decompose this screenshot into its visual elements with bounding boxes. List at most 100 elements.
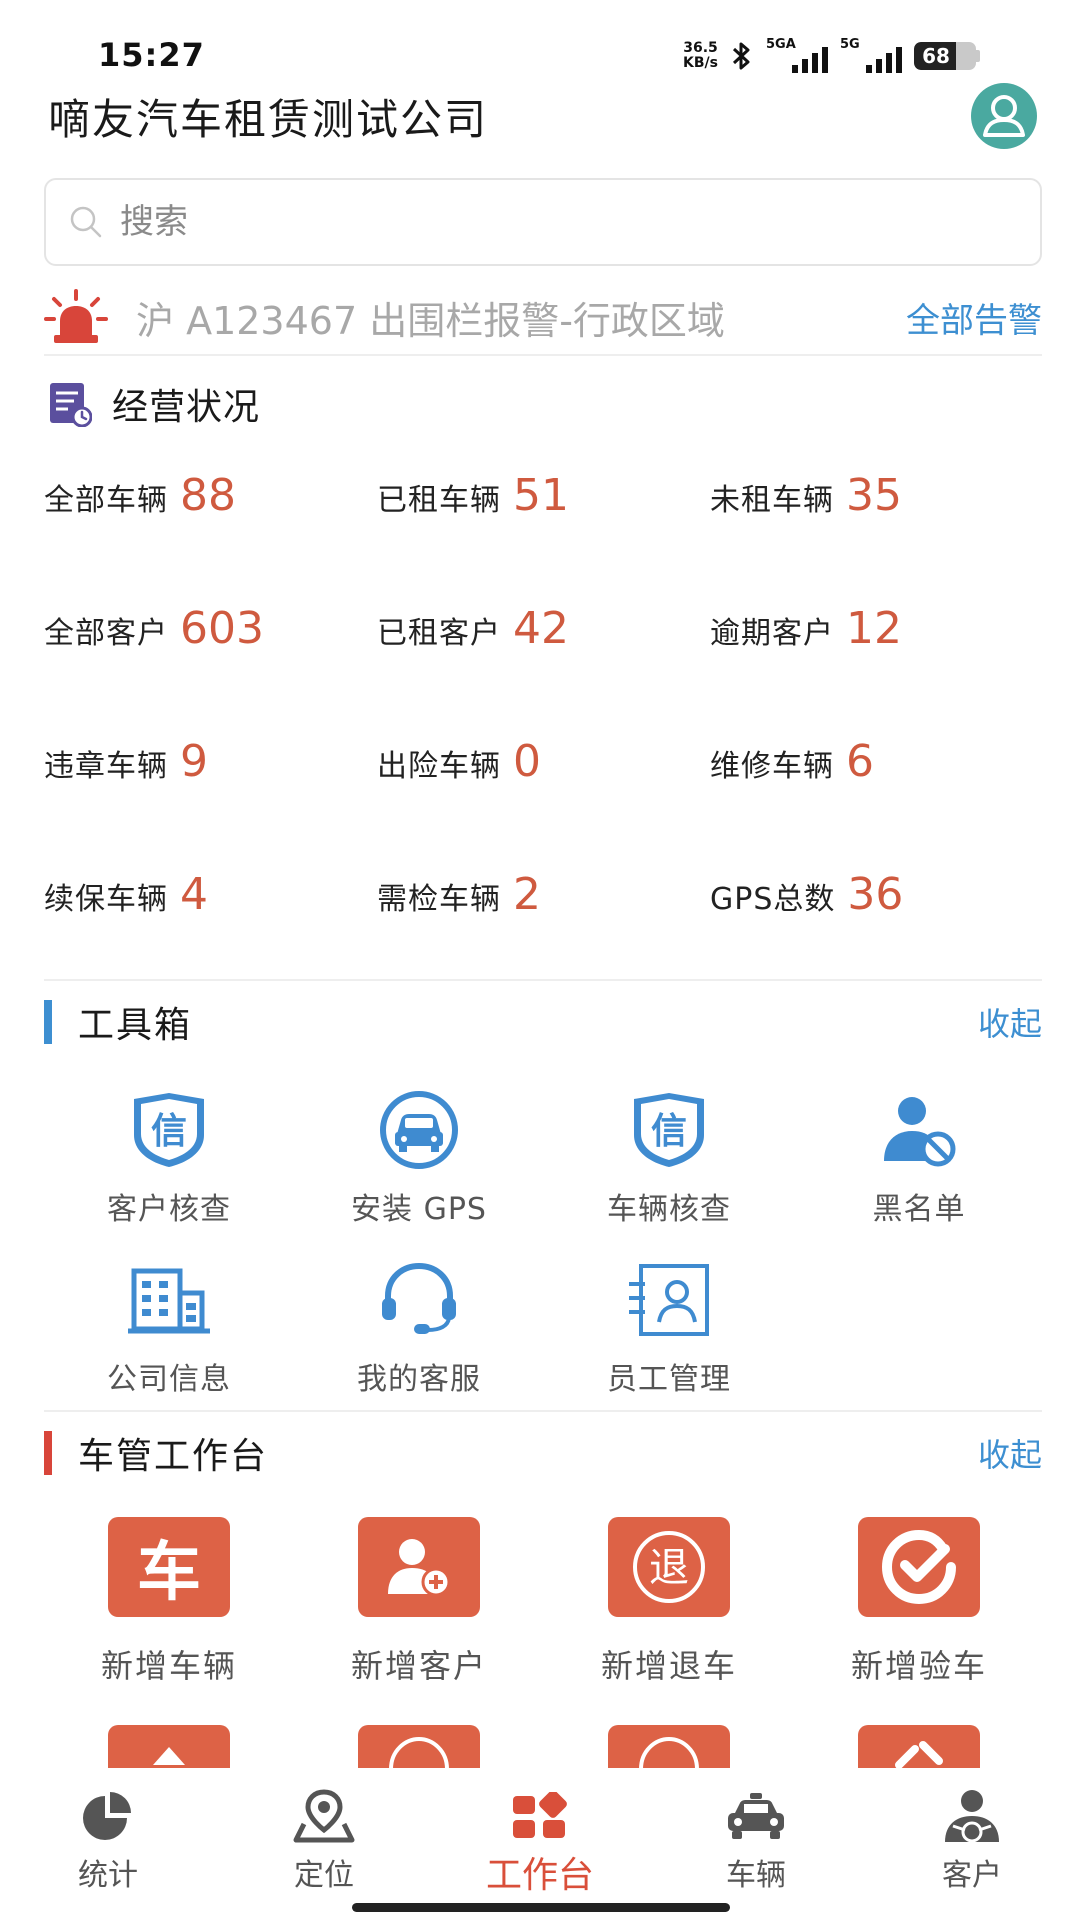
report-clock-icon	[50, 383, 92, 427]
return-glyph: 退	[649, 1545, 689, 1591]
user-icon	[983, 95, 1025, 137]
car-glyph: 车	[137, 1536, 201, 1610]
nav-label: 定位	[294, 1858, 354, 1893]
battery-indicator: 68	[914, 42, 980, 70]
stat-value: 42	[513, 603, 569, 654]
business-status-header: 经营状况	[48, 378, 260, 430]
nav-workbench[interactable]: 工作台	[432, 1768, 648, 1920]
nav-location[interactable]: 定位	[216, 1768, 432, 1920]
stat-total-vehicles[interactable]: 全部车辆 88	[44, 470, 377, 521]
tool-label: 公司信息	[107, 1362, 231, 1397]
car-mgmt-grid: 车 新增车辆 新增客户 退 新增退车 新增验车	[44, 1517, 1044, 1687]
partial-icon	[108, 1725, 230, 1769]
stats-row: 全部车辆 88 已租车辆 51 未租车辆 35	[44, 470, 1044, 603]
stat-label: 已租客户	[377, 616, 501, 651]
car-mgmt-item-partial[interactable]	[794, 1725, 1044, 1769]
section-accent-bar	[44, 1000, 52, 1044]
nav-vehicles[interactable]: 车辆	[648, 1768, 864, 1920]
stat-label: 全部车辆	[44, 483, 168, 518]
status-bar: 15:27 36.5 KB/s 5GA 5G 68	[0, 0, 1080, 86]
shield-xin-icon: 信	[624, 1090, 714, 1170]
status-time: 15:27	[98, 36, 205, 74]
shield-glyph: 信	[651, 1111, 687, 1152]
stat-accident-vehicles[interactable]: 出险车辆 0	[377, 736, 710, 787]
user-add-icon	[358, 1517, 480, 1617]
search-bar[interactable]	[44, 178, 1042, 266]
tool-company-info[interactable]: 公司信息	[44, 1260, 294, 1430]
divider	[44, 979, 1042, 981]
stat-label: 需检车辆	[377, 882, 501, 917]
stat-violation-vehicles[interactable]: 违章车辆 9	[44, 736, 377, 787]
add-return-button[interactable]: 退 新增退车	[544, 1517, 794, 1687]
stat-gps-total[interactable]: GPS总数 36	[710, 869, 1043, 920]
stat-total-customers[interactable]: 全部客户 603	[44, 603, 377, 654]
tool-staff-management[interactable]: 员工管理	[544, 1260, 794, 1430]
nav-label: 统计	[78, 1858, 138, 1893]
shield-glyph: 信	[151, 1111, 187, 1152]
stat-label: 违章车辆	[44, 749, 168, 784]
car-char-icon: 车	[108, 1517, 230, 1617]
stats-row: 全部客户 603 已租客户 42 逾期客户 12	[44, 603, 1044, 736]
signal-5ga: 5GA	[766, 37, 828, 73]
all-alarms-link[interactable]: 全部告警	[906, 293, 1042, 342]
nav-label: 车辆	[726, 1858, 786, 1893]
add-vehicle-button[interactable]: 车 新增车辆	[44, 1517, 294, 1687]
alarm-banner[interactable]: 沪 A123467 出围栏报警-行政区域 全部告警	[44, 280, 1042, 356]
divider	[44, 1410, 1042, 1412]
add-customer-button[interactable]: 新增客户	[294, 1517, 544, 1687]
car-mgmt-label: 新增验车	[850, 1647, 987, 1685]
return-circle-icon: 退	[608, 1517, 730, 1617]
stat-unrented-vehicles[interactable]: 未租车辆 35	[710, 470, 1043, 521]
tool-customer-service[interactable]: 我的客服	[294, 1260, 544, 1430]
toolbox-header: 工具箱 收起	[44, 998, 1042, 1046]
add-inspection-button[interactable]: 新增验车	[794, 1517, 1044, 1687]
network-speed-unit: KB/s	[683, 55, 718, 71]
tool-label: 客户核查	[107, 1192, 231, 1227]
building-icon	[124, 1260, 214, 1340]
stat-inspection-vehicles[interactable]: 需检车辆 2	[377, 869, 710, 920]
tool-vehicle-check[interactable]: 信 车辆核查	[544, 1090, 794, 1260]
car-mgmt-item-partial[interactable]	[44, 1725, 294, 1769]
battery-level: 68	[922, 44, 950, 68]
stat-renewal-vehicles[interactable]: 续保车辆 4	[44, 869, 377, 920]
stat-label: 全部客户	[44, 616, 168, 651]
tool-blacklist[interactable]: 黑名单	[794, 1090, 1044, 1260]
headset-icon	[374, 1260, 464, 1340]
status-icons: 36.5 KB/s 5GA 5G 68	[683, 37, 980, 74]
stat-value: 603	[180, 603, 264, 654]
stat-label: GPS总数	[710, 882, 836, 917]
bottom-nav: 统计 定位 工作台 车辆 客户	[0, 1768, 1080, 1920]
search-input[interactable]	[120, 202, 980, 242]
search-icon	[70, 206, 102, 238]
battery-cap	[976, 50, 980, 62]
tool-customer-check[interactable]: 信 客户核查	[44, 1090, 294, 1260]
signal-bars-icon	[866, 47, 902, 73]
stat-overdue-customers[interactable]: 逾期客户 12	[710, 603, 1043, 654]
car-mgmt-item-partial[interactable]	[544, 1725, 794, 1769]
toolbox-collapse-button[interactable]: 收起	[978, 999, 1042, 1045]
stat-rented-vehicles[interactable]: 已租车辆 51	[377, 470, 710, 521]
siren-icon	[44, 289, 108, 343]
avatar[interactable]	[971, 83, 1037, 149]
partial-icon	[608, 1725, 730, 1769]
car-mgmt-grid-row2	[44, 1725, 1044, 1769]
battery-icon: 68	[914, 42, 976, 70]
network-speed-value: 36.5	[683, 40, 718, 56]
car-mgmt-item-partial[interactable]	[294, 1725, 544, 1769]
car-mgmt-collapse-button[interactable]: 收起	[978, 1430, 1042, 1476]
pie-chart-icon	[76, 1788, 140, 1844]
signal-5g: 5G	[840, 37, 902, 73]
nav-statistics[interactable]: 统计	[0, 1768, 216, 1920]
stat-repair-vehicles[interactable]: 维修车辆 6	[710, 736, 1043, 787]
stat-label: 逾期客户	[710, 616, 834, 651]
stat-value: 0	[513, 736, 541, 787]
check-circle-icon	[858, 1517, 980, 1617]
stats-grid: 全部车辆 88 已租车辆 51 未租车辆 35 全部客户 603 已租客户 42 逾期客户…	[44, 470, 1044, 1002]
stat-renting-customers[interactable]: 已租客户 42	[377, 603, 710, 654]
nav-label: 工作台	[485, 1855, 594, 1896]
nav-customers[interactable]: 客户	[864, 1768, 1080, 1920]
network-speed: 36.5 KB/s	[683, 41, 718, 71]
home-indicator[interactable]	[352, 1903, 730, 1912]
car-mgmt-title: 车管工作台	[78, 1436, 269, 1477]
tool-install-gps[interactable]: 安装 GPS	[294, 1090, 544, 1260]
